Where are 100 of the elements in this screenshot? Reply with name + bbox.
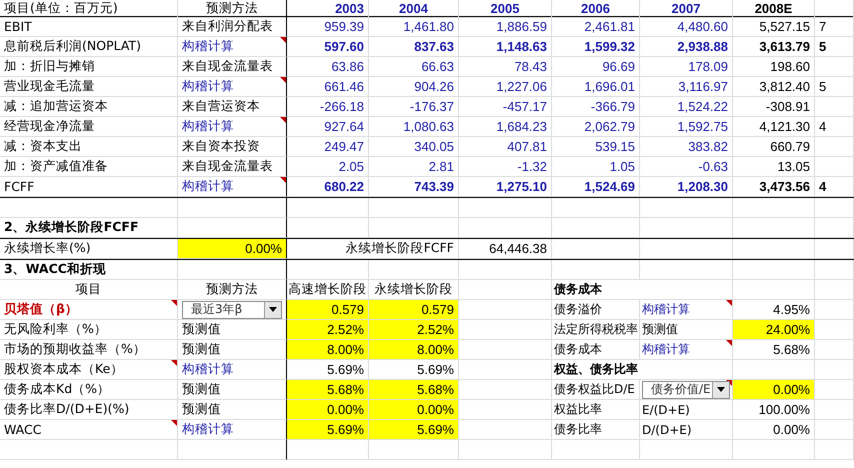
table-cell: 539.15 (595, 139, 635, 154)
table-cell: 来自营运资本 (182, 98, 260, 115)
table-cell: 178.09 (688, 59, 728, 74)
table-cell: 2,461.81 (584, 19, 635, 34)
table-cell: 680.22 (324, 179, 364, 194)
table-cell: 5.69% (327, 422, 364, 437)
empty-cell (815, 440, 854, 460)
table-cell: 1,592.75 (677, 119, 728, 134)
table-cell: 2007 (672, 1, 700, 16)
table-cell: 0.00% (773, 382, 810, 397)
table-cell: 661.46 (324, 79, 364, 94)
table-cell: -266.18 (320, 99, 364, 114)
table-cell: WACC (4, 422, 42, 437)
table-cell: 构稽计算 (642, 301, 690, 318)
table-cell: 高速增长阶段 (288, 281, 366, 298)
table-cell: 13.05 (777, 159, 810, 174)
table-cell: 1,524.69 (584, 179, 635, 194)
table-cell: 债务成本 (554, 281, 602, 298)
table-cell: 法定所得税税率 (554, 321, 638, 338)
table-cell: 5.69% (327, 362, 364, 377)
table-cell: 预测值 (642, 321, 678, 338)
table-cell: 249.47 (324, 139, 364, 154)
table-cell: 597.60 (324, 39, 364, 54)
table-cell: D/(D+E) (642, 422, 692, 436)
table-cell: 3,812.40 (759, 79, 810, 94)
table-cell: 1,886.59 (496, 19, 547, 34)
table-cell: 加：资产减值准备 (4, 158, 108, 175)
table-cell: 债务权益比D/E (554, 381, 635, 398)
table-cell: 5.68% (327, 382, 364, 397)
table-cell: 4.95% (773, 302, 810, 317)
table-cell: 加：折旧与摊销 (4, 58, 95, 75)
table-cell: 预测值 (182, 341, 221, 358)
empty-cell (815, 260, 854, 280)
table-cell: 198.60 (770, 59, 810, 74)
table-cell: 2008E (754, 1, 792, 16)
table-cell: 来自现金流量表 (182, 58, 273, 75)
table-cell: 2,062.79 (584, 119, 635, 134)
table-cell: 2.05 (338, 159, 364, 174)
table-cell: 息前税后利润(NOPLAT) (4, 38, 141, 55)
table-cell: 1,208.30 (677, 179, 728, 194)
table-cell: 63.86 (331, 59, 364, 74)
table-cell: 0.579 (421, 302, 454, 317)
table-cell: 1,524.22 (677, 99, 728, 114)
table-cell: 项目(单位：百万元) (4, 0, 118, 17)
table-cell: 权益比率 (554, 401, 602, 418)
table-cell: 64,446.38 (489, 241, 547, 256)
table-cell: 构稽计算 (182, 421, 234, 438)
table-cell: 减：资本支出 (4, 138, 82, 155)
table-cell: 债务成本Kd（%） (4, 381, 110, 398)
table-cell: -176.37 (410, 99, 454, 114)
empty-cell (815, 218, 854, 238)
table-cell: 2.52% (417, 322, 454, 337)
table-cell: 权益、债务比率 (554, 361, 638, 378)
table-cell: 407.81 (507, 139, 547, 154)
dropdown[interactable]: 债务价值/E (642, 380, 730, 398)
table-cell: 来自资本投资 (182, 138, 260, 155)
table-cell: -1.32 (517, 159, 547, 174)
table-cell: 4,480.60 (677, 19, 728, 34)
table-cell: 2006 (581, 1, 610, 16)
table-cell: 904.26 (414, 79, 454, 94)
table-cell: 构稽计算 (182, 38, 234, 55)
table-cell: 3,116.97 (678, 79, 728, 94)
table-cell: 预测值 (182, 401, 221, 418)
table-cell: 78.43 (514, 59, 547, 74)
table-cell: 债务比率 (554, 421, 602, 438)
table-cell: -457.17 (502, 99, 547, 114)
table-cell: -366.79 (590, 99, 635, 114)
table-cell: -0.63 (698, 159, 728, 174)
table-cell: 5.68% (773, 342, 810, 357)
table-cell: 959.39 (324, 19, 364, 34)
table-cell: 5.68% (417, 382, 454, 397)
table-cell: 来自现金流量表 (182, 158, 273, 175)
table-cell: E/(D+E) (642, 402, 690, 416)
table-cell: 1.05 (610, 159, 635, 174)
table-cell: 构稽计算 (182, 178, 234, 195)
table-cell: 5,527.15 (759, 19, 810, 34)
dropdown[interactable]: 最近3年β (182, 300, 282, 318)
table-cell: 1,275.10 (496, 179, 547, 194)
table-cell: 股权资本成本（Ke） (4, 361, 124, 378)
table-cell: 7 (819, 19, 826, 34)
table-cell: 债务成本 (554, 341, 602, 358)
table-cell: 永续增长阶段 (374, 281, 452, 298)
table-cell: 0.579 (331, 302, 364, 317)
table-cell: 100.00% (758, 402, 810, 417)
table-cell: 0.00% (773, 422, 810, 437)
table-cell: 2005 (490, 1, 520, 16)
table-cell: 构稽计算 (182, 361, 234, 378)
table-cell: 3,613.79 (759, 39, 810, 54)
table-cell: FCFF (4, 179, 34, 194)
table-cell: 项目 (76, 281, 102, 298)
table-cell: 5 (819, 39, 826, 54)
table-cell: 927.64 (324, 119, 364, 134)
table-cell: 383.82 (688, 139, 728, 154)
table-cell: 来自利润分配表 (182, 18, 273, 35)
table-cell: 4 (819, 179, 826, 194)
table-cell: 债务比率D/(D+E)(%) (4, 401, 130, 418)
table-cell: 永续增长率(%) (4, 240, 91, 257)
table-cell: 2004 (399, 1, 428, 16)
table-cell: 经营现金净流量 (4, 118, 95, 135)
table-cell: 2.81 (428, 159, 454, 174)
